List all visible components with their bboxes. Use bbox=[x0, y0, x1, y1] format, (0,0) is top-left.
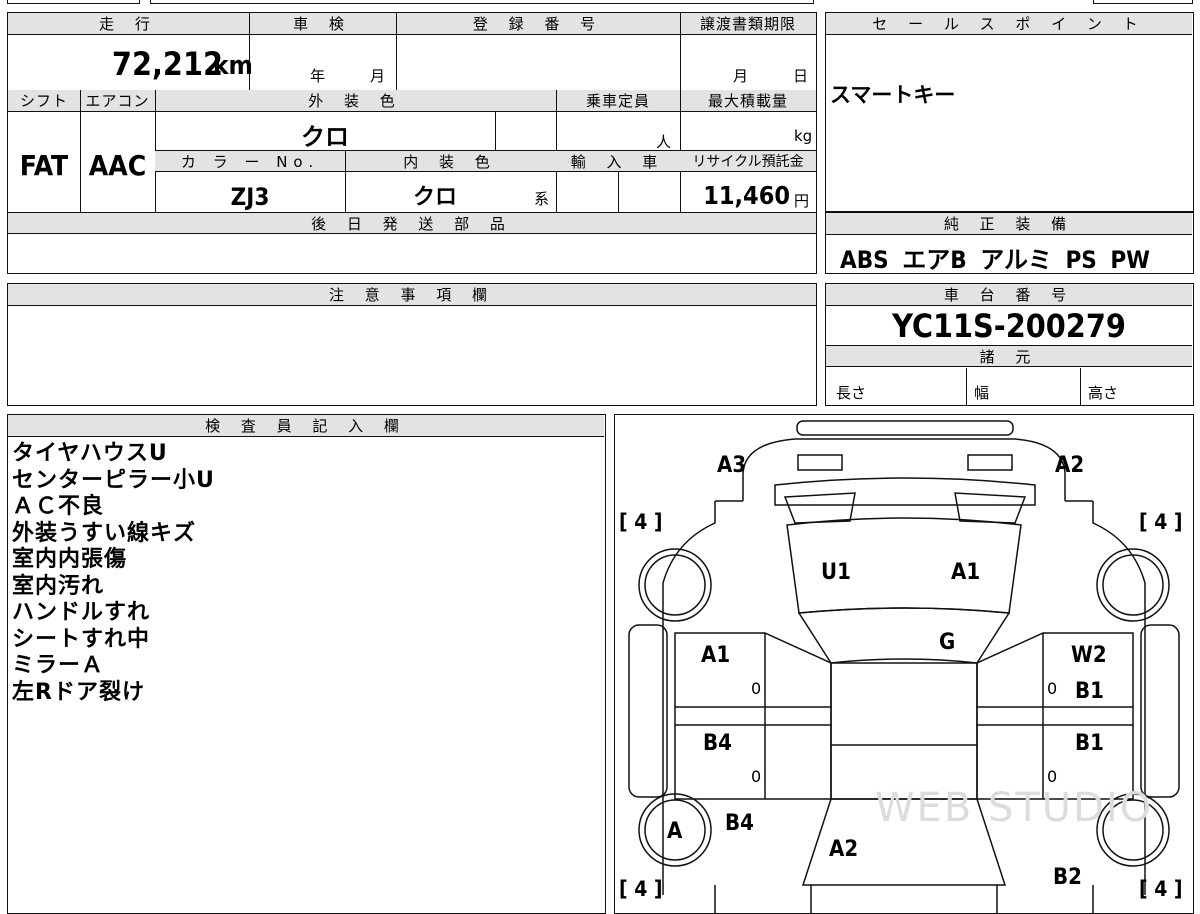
top-strip-right bbox=[1093, 0, 1193, 4]
transfer-label: 譲渡書類期限 bbox=[680, 13, 816, 35]
mark-a-wheel: A bbox=[667, 819, 683, 844]
color-no-label: カ ラ ー No. bbox=[155, 150, 345, 172]
inspection-month: 月 bbox=[370, 67, 386, 85]
car-diagram-box: WEB STUDIO [ 4 ] [ 4 ] [ 4 ] [ 4 ] A3 A2… bbox=[614, 414, 1194, 914]
sales-point-value: スマートキー bbox=[830, 83, 956, 107]
exterior-value: クロ bbox=[301, 123, 349, 151]
exterior-label: 外 装 色 bbox=[155, 90, 556, 112]
chassis-number: YC11S-200279 bbox=[892, 307, 1126, 345]
mark-a2-rear: A2 bbox=[829, 837, 859, 862]
mark-u1: U1 bbox=[821, 560, 851, 585]
sill-left-shape bbox=[628, 624, 668, 798]
shift-label: シフト bbox=[8, 90, 80, 112]
inspector-label: 検 査 員 記 入 欄 bbox=[8, 415, 604, 437]
import-label: 輸 入 車 bbox=[556, 150, 680, 172]
chassis-box: 車 台 番 号 YC11S-200279 諸 元 長さ 幅 高さ bbox=[825, 283, 1194, 406]
inspector-notes: タイヤハウスU センターピラー小U ＡＣ不良 外装うすい線キズ 室内内張傷 室内… bbox=[12, 441, 215, 706]
ac-value: AAC bbox=[88, 149, 147, 182]
sales-point-box: セ ー ル ス ポ イ ン ト スマートキー bbox=[825, 12, 1194, 212]
color-no-value: ZJ3 bbox=[230, 183, 270, 211]
mileage-label: 走 行 bbox=[8, 13, 249, 35]
width-label: 幅 bbox=[974, 384, 990, 402]
sill-right-shape bbox=[1140, 624, 1180, 798]
note-line: 室内汚れ bbox=[12, 573, 105, 599]
capacity-label: 乗車定員 bbox=[556, 90, 680, 112]
mark-g: G bbox=[939, 630, 956, 655]
capacity-unit: 人 bbox=[656, 133, 672, 151]
max-load-unit: kg bbox=[794, 127, 813, 145]
front-bumper-shape bbox=[796, 420, 1014, 436]
fog-right-shape bbox=[954, 492, 1027, 524]
equipment-box: 純 正 装 備 ABS エアB アルミ PS PW bbox=[825, 212, 1194, 274]
inspection-label: 車 検 bbox=[249, 13, 396, 35]
top-strip-mid bbox=[150, 0, 814, 4]
caution-label: 注 意 事 項 欄 bbox=[8, 284, 816, 306]
headlight-right-shape bbox=[967, 454, 1013, 471]
tire-front-left: [ 4 ] bbox=[619, 510, 663, 534]
zero-mark: 0 bbox=[1047, 767, 1058, 786]
note-line: ＡＣ不良 bbox=[12, 494, 105, 519]
watermark-shape: WEB STUDIO bbox=[875, 785, 1153, 831]
mark-a1-hood: A1 bbox=[951, 560, 981, 585]
note-line: センターピラー小U bbox=[12, 467, 215, 493]
transfer-month: 月 bbox=[733, 67, 749, 85]
transfer-day: 日 bbox=[793, 67, 809, 85]
equipment-label: 純 正 装 備 bbox=[826, 213, 1192, 235]
front-body-shape bbox=[742, 438, 1066, 501]
zero-mark: 0 bbox=[751, 679, 762, 698]
wheel-front-right-shape bbox=[1096, 548, 1170, 622]
height-label: 高さ bbox=[1088, 384, 1119, 402]
recycle-label: リサイクル預託金 bbox=[680, 150, 816, 172]
top-strip-left bbox=[7, 0, 140, 4]
later-parts-label: 後 日 発 送 部 品 bbox=[8, 212, 816, 234]
note-line: ミラーＡ bbox=[12, 653, 105, 678]
wheel-front-left-shape bbox=[638, 548, 712, 622]
tire-front-right: [ 4 ] bbox=[1139, 510, 1183, 534]
note-line: 左Rドア裂け bbox=[12, 679, 145, 705]
fog-left-shape bbox=[783, 492, 856, 524]
zero-mark: 0 bbox=[751, 767, 762, 786]
mark-b4-left-quarter: B4 bbox=[725, 811, 754, 836]
grille-shape bbox=[774, 477, 1036, 506]
inspection-year: 年 bbox=[310, 67, 326, 85]
interior-label: 内 装 色 bbox=[345, 150, 556, 172]
recycle-unit: 円 bbox=[794, 192, 810, 210]
ac-label: エアコン bbox=[80, 90, 155, 112]
note-line: シートすれ中 bbox=[12, 626, 151, 652]
chassis-label: 車 台 番 号 bbox=[826, 284, 1192, 306]
mark-w2: W2 bbox=[1071, 643, 1107, 668]
note-line: タイヤハウスU bbox=[12, 441, 168, 466]
mileage-value: 72,212 bbox=[111, 45, 223, 83]
inspector-box: 検 査 員 記 入 欄 タイヤハウスU センターピラー小U ＡＣ不良 外装うすい… bbox=[7, 414, 606, 914]
note-line: 室内内張傷 bbox=[12, 547, 128, 572]
note-line: ハンドルすれ bbox=[12, 600, 151, 625]
windshield-shape bbox=[797, 607, 1011, 664]
zero-mark: 0 bbox=[1047, 679, 1058, 698]
specs-label: 諸 元 bbox=[826, 345, 1192, 367]
equipment-value: ABS エアB アルミ PS PW bbox=[840, 246, 1150, 274]
headlight-left-shape bbox=[797, 454, 843, 471]
recycle-value: 11,460 bbox=[703, 181, 790, 210]
mileage-unit: km bbox=[213, 51, 253, 81]
registration-label: 登 録 番 号 bbox=[396, 13, 680, 35]
roof-shape bbox=[830, 662, 978, 800]
note-line: 外装うすい線キズ bbox=[12, 520, 197, 546]
tire-rear-right: [ 4 ] bbox=[1139, 877, 1183, 901]
sales-point-label: セ ー ル ス ポ イ ン ト bbox=[826, 13, 1192, 35]
interior-value: クロ bbox=[412, 185, 457, 210]
mark-b2: B2 bbox=[1053, 865, 1082, 890]
mark-b4-left-rear: B4 bbox=[703, 731, 732, 756]
shift-value: FAT bbox=[19, 149, 69, 182]
mark-a3: A3 bbox=[717, 453, 747, 478]
tire-rear-left: [ 4 ] bbox=[619, 877, 663, 901]
spec-form: 走 行 車 検 登 録 番 号 譲渡書類期限 72,212 km 年 月 月 日… bbox=[7, 12, 817, 274]
length-label: 長さ bbox=[836, 384, 867, 402]
mark-b1-right-rear: B1 bbox=[1075, 731, 1104, 756]
max-load-label: 最大積載量 bbox=[680, 90, 816, 112]
caution-box: 注 意 事 項 欄 bbox=[7, 283, 817, 406]
mark-a1-left-door: A1 bbox=[701, 643, 731, 668]
interior-suffix: 系 bbox=[534, 190, 550, 208]
mark-a2-top: A2 bbox=[1055, 453, 1085, 478]
mark-b1-right-front: B1 bbox=[1075, 679, 1104, 704]
